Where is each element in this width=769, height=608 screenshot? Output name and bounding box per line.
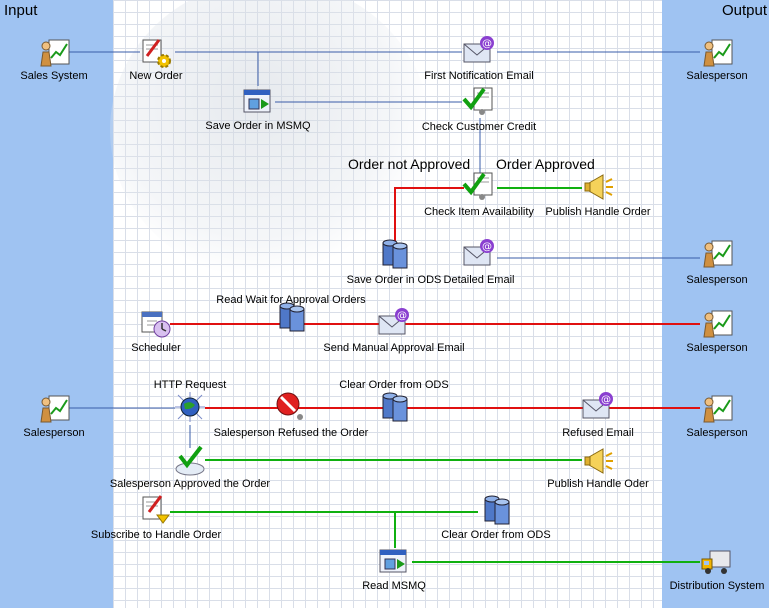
approve-check-icon[interactable] (173, 444, 207, 478)
node-label-distribution: Distribution System (669, 580, 765, 592)
node-label-salesperson-1: Salesperson (686, 70, 748, 82)
queue-icon[interactable] (377, 545, 411, 579)
email-icon[interactable]: @ (462, 34, 496, 68)
node-label-read-wait: Read Wait for Approval Orders (216, 294, 366, 306)
check-document-icon[interactable] (462, 85, 496, 119)
node-label-save-ods: Save Order in ODS (346, 274, 442, 286)
stop-sign-icon[interactable] (274, 390, 308, 424)
node-label-clear-ods-1: Clear Order from ODS (339, 379, 449, 391)
node-label-publish-2: Publish Handle Oder (547, 478, 649, 490)
check-document-icon[interactable] (462, 170, 496, 204)
email-icon[interactable]: @ (462, 237, 496, 271)
diagram-canvas: Input Output Order not Approved Order Ap… (0, 0, 769, 608)
person-chart-icon[interactable] (700, 392, 734, 426)
calendar-clock-icon[interactable] (139, 307, 173, 341)
database-icon[interactable] (377, 390, 411, 424)
person-chart-icon[interactable] (700, 307, 734, 341)
node-label-first-email: First Notification Email (424, 70, 534, 82)
node-label-scheduler: Scheduler (131, 342, 181, 354)
branch-label-not-approved: Order not Approved (348, 156, 471, 172)
node-label-detailed-email: Detailed Email (443, 274, 515, 286)
node-label-sales-system: Sales System (20, 70, 88, 82)
email-icon[interactable]: @ (377, 306, 411, 340)
node-label-approved: Salesperson Approved the Order (109, 478, 271, 490)
svg-text:@: @ (482, 242, 492, 253)
green-connectors (170, 187, 700, 563)
connectors (68, 51, 700, 563)
node-label-new-order: New Order (129, 70, 183, 82)
node-label-publish-1: Publish Handle Order (545, 206, 651, 218)
document-gear-icon[interactable] (139, 36, 173, 70)
svg-text:@: @ (482, 39, 492, 50)
node-label-save-msmq: Save Order in MSMQ (205, 120, 311, 132)
node-label-refused: Salesperson Refused the Order (213, 427, 369, 439)
svg-text:@: @ (601, 395, 611, 406)
node-label-salesperson-3: Salesperson (686, 342, 748, 354)
database-icon[interactable] (377, 237, 411, 271)
node-label-salesperson-4: Salesperson (686, 427, 748, 439)
node-label-check-credit: Check Customer Credit (421, 121, 537, 133)
database-icon[interactable] (479, 493, 513, 527)
node-label-subscribe: Subscribe to Handle Order (90, 529, 222, 541)
person-chart-icon[interactable] (37, 392, 71, 426)
person-chart-icon[interactable] (37, 36, 71, 70)
node-label-manual-email: Send Manual Approval Email (323, 342, 465, 354)
person-chart-icon[interactable] (700, 237, 734, 271)
node-label-salesperson-in: Salesperson (23, 427, 85, 439)
megaphone-icon[interactable] (581, 444, 615, 478)
svg-text:@: @ (397, 311, 407, 322)
megaphone-icon[interactable] (581, 170, 615, 204)
node-label-read-msmq: Read MSMQ (362, 580, 426, 592)
node-label-salesperson-2: Salesperson (686, 274, 748, 286)
node-label-http-request: HTTP Request (153, 379, 227, 391)
node-label-clear-ods-2: Clear Order from ODS (441, 529, 551, 541)
document-pen-icon[interactable] (139, 493, 173, 527)
queue-icon[interactable] (241, 85, 275, 119)
email-icon[interactable]: @ (581, 390, 615, 424)
node-label-refused-email: Refused Email (562, 427, 634, 439)
globe-request-icon[interactable] (173, 390, 207, 424)
truck-icon[interactable] (700, 545, 734, 579)
person-chart-icon[interactable] (700, 36, 734, 70)
node-label-check-item: Check Item Availability (424, 206, 534, 218)
